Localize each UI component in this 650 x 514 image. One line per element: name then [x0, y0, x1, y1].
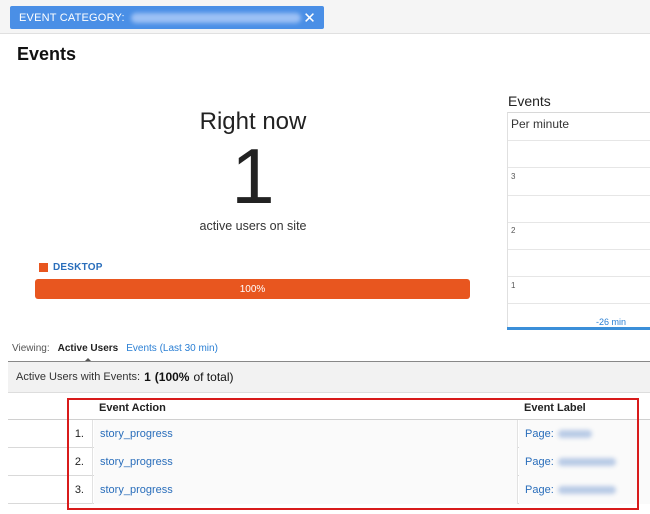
summary-row: Active Users with Events: 1 (100% of tot…: [8, 361, 650, 393]
summary-label: Active Users with Events:: [16, 371, 141, 383]
event-label-text: Page:: [525, 428, 554, 440]
filter-bar: EVENT CATEGORY: ✕: [0, 0, 650, 34]
event-label-link[interactable]: Page:: [519, 420, 650, 448]
events-table: Event Action Event Label 1. story_progre…: [8, 393, 650, 504]
active-users-subtitle: active users on site: [199, 219, 307, 233]
event-action-text: story_progress: [100, 456, 173, 468]
row-number: 1.: [8, 420, 93, 448]
table-row: 2. story_progress Page:: [8, 448, 650, 476]
filter-chip-value-redacted: [130, 12, 301, 23]
chart-y-tick: 3: [511, 172, 516, 181]
chart-gridline: [508, 303, 650, 304]
column-header-event-label[interactable]: Event Label: [524, 402, 586, 414]
close-icon[interactable]: ✕: [303, 9, 316, 27]
event-action-link[interactable]: story_progress: [94, 420, 518, 448]
row-number: 2.: [8, 448, 93, 476]
tab-events-last-30-min[interactable]: Events (Last 30 min): [126, 343, 218, 354]
filter-chip-label: EVENT CATEGORY:: [19, 11, 125, 24]
redacted-value: [557, 430, 592, 438]
row-number: 3.: [8, 476, 93, 504]
table-row: 1. story_progress Page:: [8, 420, 650, 448]
device-legend-label: DESKTOP: [53, 262, 103, 273]
tab-active-users[interactable]: Active Users: [58, 343, 118, 362]
viewing-label: Viewing:: [12, 343, 50, 354]
desktop-swatch: [39, 263, 48, 272]
summary-percent-rest: of total): [193, 370, 234, 384]
chart-baseline: [507, 327, 650, 330]
redacted-value: [557, 458, 616, 466]
chart-y-tick: 2: [511, 226, 516, 235]
event-action-text: story_progress: [100, 484, 173, 496]
event-action-link[interactable]: story_progress: [94, 476, 518, 504]
event-action-text: story_progress: [100, 428, 173, 440]
table-row: 3. story_progress Page:: [8, 476, 650, 504]
chart-gridline: [508, 195, 650, 196]
chart-y-tick: 1: [511, 281, 516, 290]
summary-count: 1: [144, 370, 151, 384]
events-chart-subtitle: Per minute: [511, 117, 570, 131]
event-label-text: Page:: [525, 484, 554, 496]
chart-gridline: [508, 140, 650, 141]
event-label-text: Page:: [525, 456, 554, 468]
event-label-link[interactable]: Page:: [519, 476, 650, 504]
desktop-share-bar: 100%: [35, 279, 470, 299]
chart-gridline: [508, 249, 650, 250]
events-per-minute-chart: [507, 112, 650, 330]
redacted-value: [557, 486, 616, 494]
viewing-tabs: Viewing: Active Users Events (Last 30 mi…: [12, 343, 218, 362]
events-chart-title: Events: [508, 93, 551, 109]
chart-x-tick: -26 min: [596, 317, 627, 327]
column-header-event-action[interactable]: Event Action: [99, 402, 166, 414]
desktop-share-label: 100%: [239, 283, 266, 295]
event-category-filter-chip[interactable]: EVENT CATEGORY: ✕: [10, 6, 324, 29]
event-label-link[interactable]: Page:: [519, 448, 650, 476]
chart-gridline: [508, 167, 650, 168]
summary-percent: (100%: [154, 370, 190, 384]
active-users-count: 1: [231, 132, 275, 220]
table-header: Event Action Event Label: [8, 393, 650, 420]
chart-gridline: [508, 222, 650, 223]
page-title: Events: [17, 44, 77, 64]
event-action-link[interactable]: story_progress: [94, 448, 518, 476]
device-legend: DESKTOP: [39, 262, 103, 273]
chart-gridline: [508, 276, 650, 277]
